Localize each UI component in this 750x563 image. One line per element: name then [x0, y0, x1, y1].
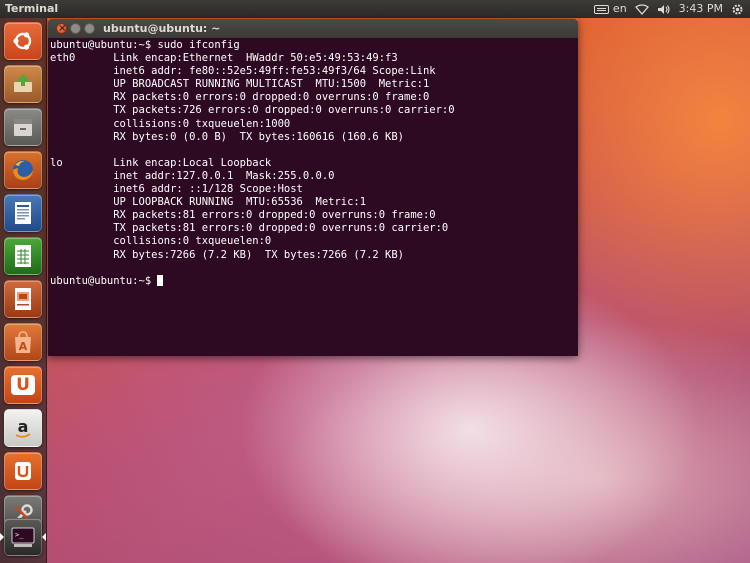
launcher-item-libreoffice-calc[interactable]	[4, 237, 42, 275]
focused-indicator-arrow	[42, 533, 46, 541]
text-cursor	[157, 274, 164, 286]
keyboard-icon	[593, 4, 609, 14]
launcher-item-libreoffice-writer[interactable]	[4, 194, 42, 232]
terminal-output[interactable]: ubuntu@ubuntu:~$ sudo ifconfig eth0 Link…	[48, 38, 578, 356]
keyboard-indicator[interactable]: en	[593, 0, 627, 18]
network-indicator[interactable]	[634, 0, 649, 18]
keyboard-layout-label: en	[612, 2, 627, 15]
launcher-item-libreoffice-impress[interactable]	[4, 280, 42, 318]
terminal-prompt-line[interactable]: ubuntu@ubuntu:~$	[50, 274, 576, 288]
svg-text:>_: >_	[15, 531, 24, 539]
active-app-title[interactable]: Terminal	[5, 0, 58, 18]
launcher-item-ubuntu-software-center[interactable]: A	[4, 323, 42, 361]
amazon-icon: a	[15, 417, 31, 438]
ubuntu-logo-icon	[13, 32, 32, 50]
terminal-line: UP LOOPBACK RUNNING MTU:65536 Metric:1	[50, 196, 367, 209]
launcher-item-files[interactable]	[4, 108, 42, 146]
launcher: A U a >_	[0, 18, 47, 563]
shopping-bag-icon: A	[15, 331, 31, 353]
running-indicator-arrow	[0, 533, 4, 541]
terminal-line: inet6 addr: ::1/128 Scope:Host	[50, 183, 303, 196]
session-indicator[interactable]	[731, 0, 744, 18]
ubuntu-one-icon: U	[11, 375, 35, 395]
calc-icon	[15, 245, 31, 267]
indicator-area: en 3:43 PM	[593, 0, 750, 18]
terminal-line: UP BROADCAST RUNNING MULTICAST MTU:1500 …	[50, 78, 430, 91]
close-button[interactable]	[56, 19, 67, 38]
launcher-item-amazon[interactable]: a	[4, 409, 42, 447]
window-titlebar[interactable]: ubuntu@ubuntu: ~	[48, 19, 578, 38]
ubuntu-one-music-icon	[15, 462, 31, 480]
launcher-item-software-updater[interactable]	[4, 65, 42, 103]
terminal-line: lo Link encap:Local Loopback	[50, 156, 272, 169]
maximize-button[interactable]	[84, 23, 95, 34]
top-panel: Terminal en 3:43 PM	[0, 0, 750, 18]
minimize-button[interactable]	[70, 23, 81, 34]
clock-label: 3:43 PM	[678, 2, 723, 15]
terminal-line: collisions:0 txqueuelen:0	[50, 235, 272, 248]
terminal-line: ubuntu@ubuntu:~$ sudo ifconfig	[50, 39, 240, 51]
speaker-icon	[657, 4, 670, 14]
terminal-icon: >_	[11, 527, 35, 547]
sound-indicator[interactable]	[657, 0, 671, 18]
terminal-line: TX packets:726 errors:0 dropped:0 overru…	[50, 104, 455, 117]
terminal-line: inet addr:127.0.0.1 Mask:255.0.0.0	[50, 169, 335, 182]
launcher-item-ubuntu-one[interactable]: U	[4, 366, 42, 404]
writer-icon	[15, 202, 31, 224]
terminal-line: eth0 Link encap:Ethernet HWaddr 50:e5:49…	[50, 52, 398, 65]
terminal-line: collisions:0 txqueuelen:1000	[50, 117, 291, 130]
terminal-line: RX packets:0 errors:0 dropped:0 overruns…	[50, 91, 430, 104]
shell-prompt: ubuntu@ubuntu:~$	[50, 274, 158, 287]
svg-text:A: A	[19, 340, 28, 353]
terminal-line: inet6 addr: fe80::52e5:49ff:fe53:49f3/64…	[50, 65, 436, 78]
terminal-line: RX bytes:0 (0.0 B) TX bytes:160616 (160.…	[50, 130, 405, 143]
terminal-line: TX packets:81 errors:0 dropped:0 overrun…	[50, 222, 449, 235]
window-title: ubuntu@ubuntu: ~	[103, 22, 221, 35]
terminal-line: RX packets:81 errors:0 dropped:0 overrun…	[50, 209, 436, 222]
impress-icon	[15, 288, 31, 310]
gear-icon	[732, 4, 743, 14]
launcher-item-firefox[interactable]	[4, 151, 42, 189]
terminal-line: RX bytes:7266 (7.2 KB) TX bytes:7266 (7.…	[50, 248, 405, 261]
wifi-icon	[634, 3, 649, 15]
terminal-window[interactable]: ubuntu@ubuntu: ~ ubuntu@ubuntu:~$ sudo i…	[48, 19, 578, 356]
launcher-item-ubuntu-one-music[interactable]	[4, 452, 42, 490]
file-cabinet-icon	[14, 119, 32, 136]
update-icon	[14, 74, 32, 92]
svg-text:a: a	[18, 417, 29, 436]
launcher-item-terminal[interactable]: >_	[4, 518, 42, 556]
clock-indicator[interactable]: 3:43 PM	[679, 0, 723, 18]
launcher-item-dash-home[interactable]	[4, 22, 42, 60]
firefox-icon	[13, 160, 33, 180]
